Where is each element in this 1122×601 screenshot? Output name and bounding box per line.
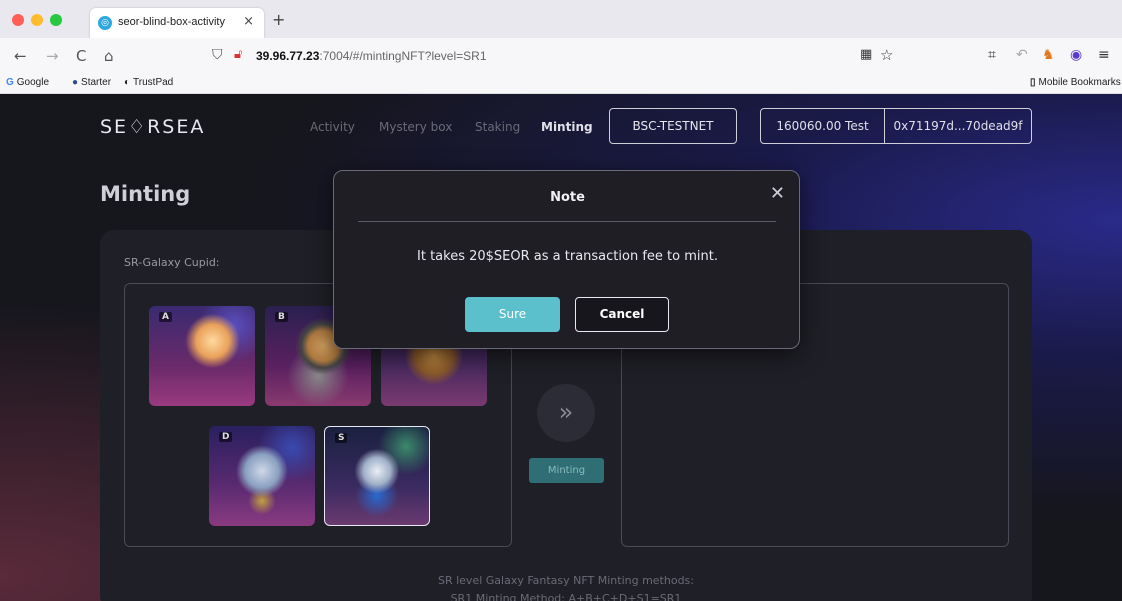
screenshot-icon[interactable]: ⌗	[988, 47, 996, 63]
url-text: 39.96.77.23:7004/#/mintingNFT?level=SR1	[256, 49, 487, 63]
network-button[interactable]: BSC-TESTNET	[609, 108, 737, 144]
qr-code-icon[interactable]: ▦	[860, 47, 872, 62]
nft-tag: A	[159, 312, 172, 322]
minting-methods-heading: SR level Galaxy Fantasy NFT Minting meth…	[437, 574, 694, 587]
address-bar[interactable]: ⛉ 🔓︎ 39.96.77.23:7004/#/mintingNFT?level…	[200, 41, 900, 71]
tab-bar: ◎ seor-blind-box-activity × +	[0, 0, 1122, 38]
insecure-lock-icon[interactable]: 🔓︎	[234, 47, 242, 62]
extension-icon[interactable]: ◉	[1070, 47, 1082, 63]
page-title: Minting	[100, 182, 191, 206]
undo-icon[interactable]: ↶	[1016, 47, 1028, 63]
nav-minting[interactable]: Minting	[541, 120, 593, 134]
dialog-title: Note	[550, 190, 585, 205]
mobile-bookmarks[interactable]: ▯ Mobile Bookmarks	[1030, 77, 1121, 88]
nav-activity[interactable]: Activity	[310, 120, 355, 134]
minting-method-text: SR1 Minting Method: A+B+C+D+S1=SR1	[450, 592, 682, 601]
note-dialog: Note ✕ It takes 20$SEOR as a transaction…	[333, 170, 800, 349]
sure-button[interactable]: Sure	[465, 297, 560, 332]
nft-card-a[interactable]: A	[149, 306, 255, 406]
menu-icon[interactable]: ≡	[1098, 47, 1110, 63]
forward-icon[interactable]: →	[46, 47, 59, 65]
dialog-message: It takes 20$SEOR as a transaction fee to…	[417, 249, 718, 264]
browser-chrome: ◎ seor-blind-box-activity × + ← → C ⌂ ⛉ …	[0, 0, 1122, 94]
bookmark-trustpad[interactable]: ◐ TrustPad	[124, 77, 173, 88]
starter-icon: ●	[72, 77, 79, 88]
bookmark-google[interactable]: G Google	[6, 77, 49, 88]
nav-mystery-box[interactable]: Mystery box	[379, 120, 452, 134]
tracking-shield-icon[interactable]: ⛉	[212, 47, 223, 63]
close-window-button[interactable]	[12, 14, 24, 26]
minimize-window-button[interactable]	[31, 14, 43, 26]
nft-card-s[interactable]: S	[324, 426, 430, 526]
wallet-address[interactable]: 0x71197d...70dead9f	[885, 109, 1031, 143]
reload-icon[interactable]: C	[76, 47, 86, 65]
tab-close-icon[interactable]: ×	[243, 14, 254, 29]
double-chevron-right-icon: »	[537, 384, 595, 442]
series-label: SR-Galaxy Cupid:	[124, 256, 220, 269]
home-icon[interactable]: ⌂	[104, 47, 114, 65]
bookmarks-bar: G Google ● Starter ◐ TrustPad ▯ Mobile Bookm…	[0, 74, 1122, 94]
bookmark-star-icon[interactable]: ☆	[880, 46, 893, 64]
nft-tag: S	[335, 433, 348, 443]
nft-tag: B	[275, 312, 288, 322]
close-icon[interactable]: ✕	[770, 183, 785, 204]
nft-tag: D	[219, 432, 233, 442]
wallet-info[interactable]: 160060.00 Test 0x71197d...70dead9f	[760, 108, 1032, 144]
metamask-icon[interactable]: ♞	[1042, 47, 1055, 63]
folder-icon: ▯	[1030, 77, 1036, 88]
nft-card-d[interactable]: D	[209, 426, 315, 526]
browser-tab[interactable]: ◎ seor-blind-box-activity ×	[90, 8, 264, 38]
back-icon[interactable]: ←	[14, 47, 27, 65]
site-favicon-icon: ◎	[98, 16, 112, 30]
tab-title: seor-blind-box-activity	[118, 16, 225, 28]
site-logo[interactable]: SE♢RSEA	[100, 116, 205, 138]
dialog-divider	[358, 221, 776, 222]
maximize-window-button[interactable]	[50, 14, 62, 26]
minting-button[interactable]: Minting	[529, 458, 604, 483]
navigation-bar: ← → C ⌂ ⛉ 🔓︎ 39.96.77.23:7004/#/mintingN…	[0, 38, 1122, 74]
bookmark-starter[interactable]: ● Starter	[72, 77, 111, 88]
wallet-balance: 160060.00 Test	[761, 109, 885, 143]
new-tab-button[interactable]: +	[272, 10, 285, 29]
trustpad-icon: ◐	[124, 77, 131, 88]
nav-staking[interactable]: Staking	[475, 120, 520, 134]
google-icon: G	[6, 77, 14, 88]
cancel-button[interactable]: Cancel	[575, 297, 669, 332]
